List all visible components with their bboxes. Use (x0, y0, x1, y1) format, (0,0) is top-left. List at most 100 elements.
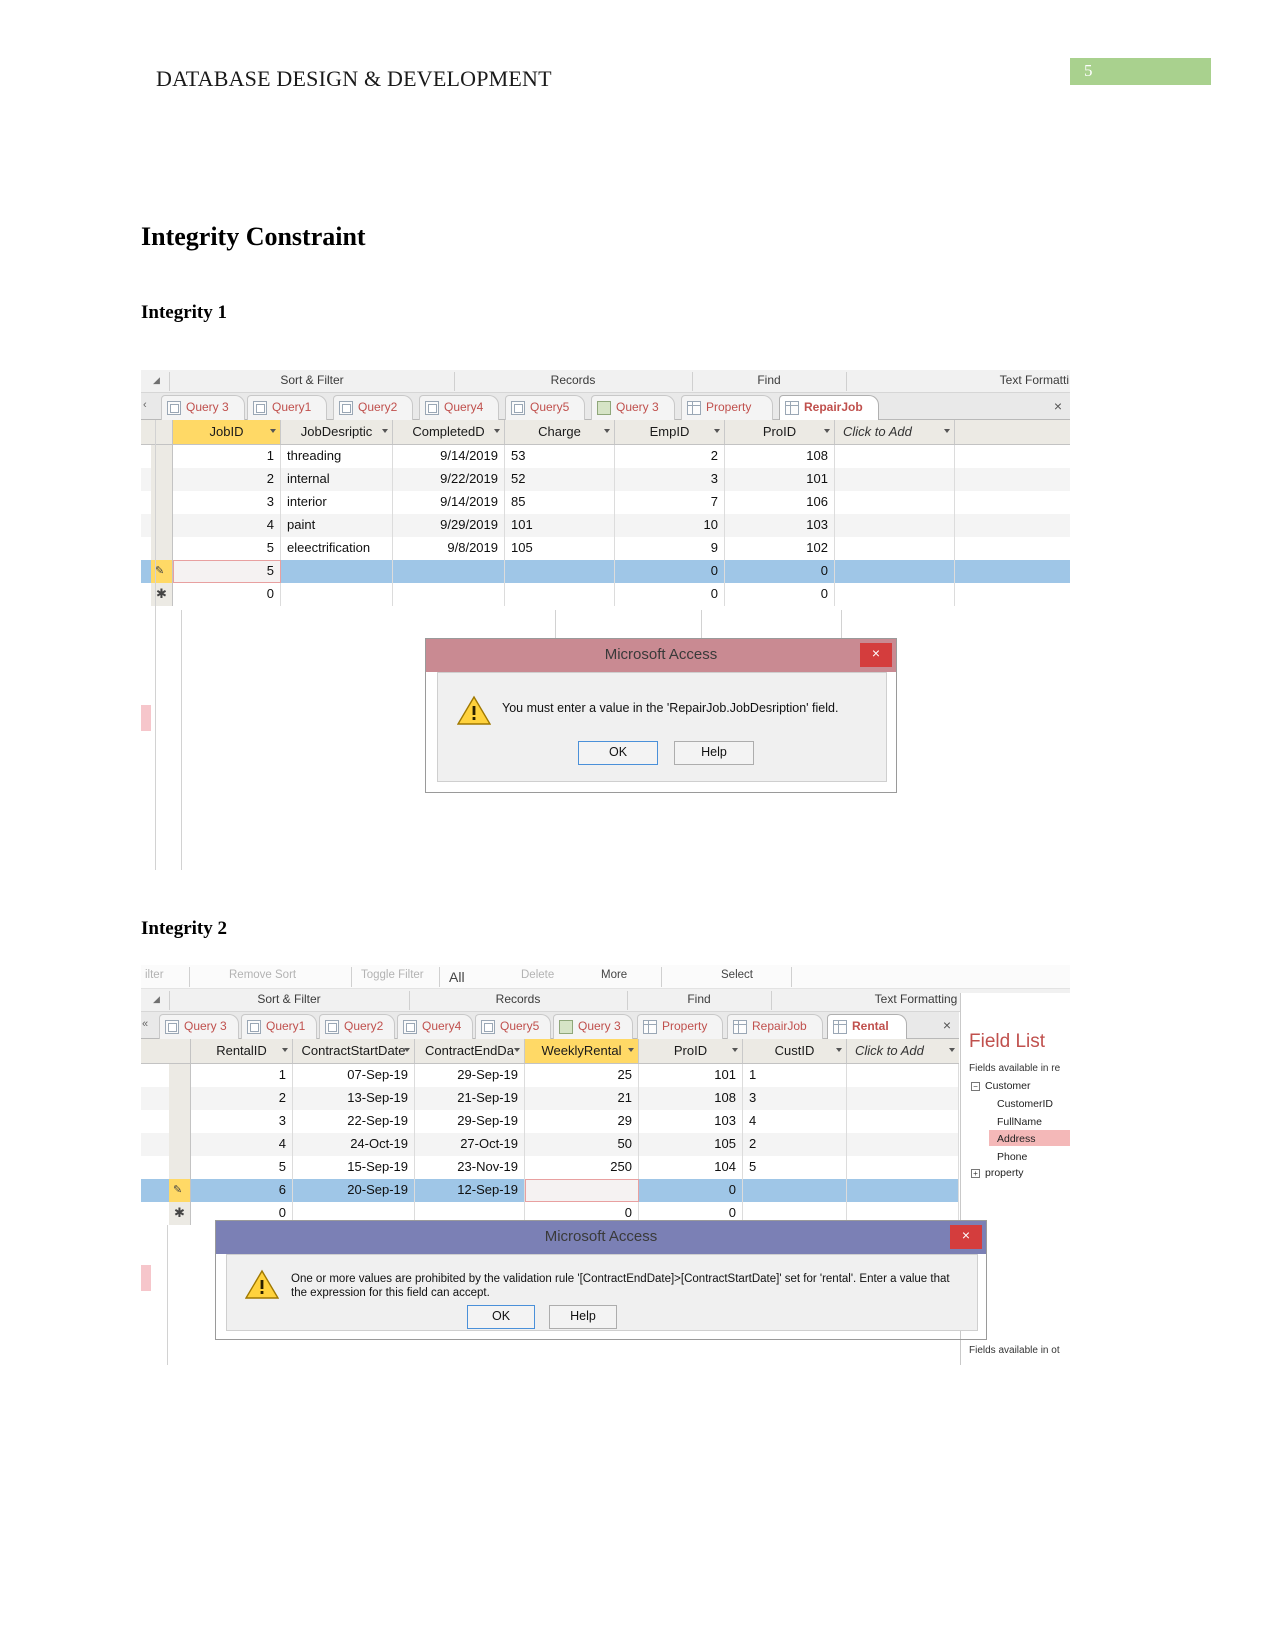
close-icon[interactable]: × (1054, 398, 1062, 414)
chevron-down-icon[interactable] (944, 429, 950, 433)
column-header-weeklyrental[interactable]: WeeklyRental (525, 1039, 639, 1063)
chevron-down-icon[interactable] (836, 1048, 842, 1052)
cell-contractstartdate[interactable]: 13-Sep-19 (293, 1087, 415, 1110)
cell-custid[interactable]: 3 (743, 1087, 847, 1110)
cell-blank[interactable] (835, 468, 955, 491)
minus-expander-icon[interactable]: − (971, 1082, 980, 1091)
cell-jobdesription[interactable]: interior (281, 491, 393, 514)
tab-query5[interactable]: Query5 (475, 1014, 551, 1039)
cell-completeddate[interactable]: 9/29/2019 (393, 514, 505, 537)
tab-query4[interactable]: Query4 (397, 1014, 473, 1039)
field-phone[interactable]: Phone (997, 1151, 1027, 1163)
cell-proid[interactable]: 103 (725, 514, 835, 537)
chevron-down-icon[interactable] (949, 1048, 955, 1052)
field-address[interactable]: Address (997, 1133, 1036, 1145)
tab-query3-a[interactable]: Query 3 (161, 395, 245, 420)
cell-contractstartdate[interactable]: 07-Sep-19 (293, 1064, 415, 1087)
chevron-down-icon[interactable] (824, 429, 830, 433)
cell-jobid[interactable]: 0 (173, 583, 281, 606)
cell-completeddate[interactable] (393, 560, 505, 583)
field-customerid[interactable]: CustomerID (997, 1098, 1053, 1110)
tab-property[interactable]: Property (637, 1014, 723, 1039)
table-row-editing[interactable]: ✎ 5 0 0 (141, 560, 1070, 583)
cell-proid[interactable]: 101 (725, 468, 835, 491)
cell-proid[interactable]: 0 (725, 560, 835, 583)
cell-custid[interactable] (743, 1179, 847, 1202)
cell-custid[interactable]: 4 (743, 1110, 847, 1133)
table-row[interactable]: 5 15-Sep-19 23-Nov-19 250 104 5 (141, 1156, 959, 1179)
table-row[interactable]: 1 threading 9/14/2019 53 2 108 (141, 445, 1070, 468)
delete-button[interactable]: Delete (521, 969, 554, 981)
cell-completeddate[interactable]: 9/8/2019 (393, 537, 505, 560)
column-header-contractstartdate[interactable]: ContractStartDate (293, 1039, 415, 1063)
cell-contractstartdate[interactable]: 20-Sep-19 (293, 1179, 415, 1202)
chevron-down-icon[interactable] (514, 1048, 520, 1052)
chevron-down-icon[interactable] (282, 1048, 288, 1052)
cell-weeklyrental[interactable]: 29 (525, 1110, 639, 1133)
tab-query3-a[interactable]: Query 3 (159, 1014, 239, 1039)
cell-proid[interactable]: 102 (725, 537, 835, 560)
table-row[interactable]: 3 22-Sep-19 29-Sep-19 29 103 4 (141, 1110, 959, 1133)
column-header-contractenddate[interactable]: ContractEndDa (415, 1039, 525, 1063)
table-row[interactable]: 2 13-Sep-19 21-Sep-19 21 108 3 (141, 1087, 959, 1110)
cell-weeklyrental[interactable]: 50 (525, 1133, 639, 1156)
cell-blank[interactable] (835, 514, 955, 537)
cell-proid[interactable]: 108 (639, 1087, 743, 1110)
chevron-down-icon[interactable] (404, 1048, 410, 1052)
nav-collapse-icon[interactable]: « (142, 1018, 148, 1030)
cell-proid[interactable]: 104 (639, 1156, 743, 1179)
cell-charge[interactable]: 53 (505, 445, 615, 468)
cell-jobid[interactable]: 5 (173, 537, 281, 560)
chevron-down-icon[interactable] (494, 429, 500, 433)
filter-button[interactable]: ilter (145, 969, 164, 981)
chevron-down-icon[interactable] (628, 1048, 634, 1052)
cell-blank[interactable] (847, 1110, 959, 1133)
cell-empid[interactable]: 2 (615, 445, 725, 468)
cell-blank[interactable] (847, 1064, 959, 1087)
cell-empid[interactable]: 0 (615, 583, 725, 606)
cell-jobid[interactable]: 3 (173, 491, 281, 514)
cell-proid[interactable]: 106 (725, 491, 835, 514)
cell-contractstartdate[interactable]: 22-Sep-19 (293, 1110, 415, 1133)
dialog-close-button[interactable]: × (860, 643, 892, 667)
scrollbar-marker[interactable] (141, 1265, 151, 1291)
all-dropdown[interactable]: All (449, 969, 465, 985)
cell-contractstartdate[interactable]: 24-Oct-19 (293, 1133, 415, 1156)
cell-proid[interactable]: 105 (639, 1133, 743, 1156)
cell-empid[interactable]: 3 (615, 468, 725, 491)
cell-weeklyrental[interactable]: 25 (525, 1064, 639, 1087)
table-row[interactable]: 4 24-Oct-19 27-Oct-19 50 105 2 (141, 1133, 959, 1156)
cell-charge[interactable]: 101 (505, 514, 615, 537)
cell-jobid[interactable]: 1 (173, 445, 281, 468)
dialog-launcher-icon[interactable]: ◢ (153, 994, 160, 1005)
plus-expander-icon[interactable]: + (971, 1169, 980, 1178)
tab-query4[interactable]: Query4 (419, 395, 499, 420)
column-header-custid[interactable]: CustID (743, 1039, 847, 1063)
chevron-down-icon[interactable] (270, 429, 276, 433)
cell-jobdesription[interactable]: threading (281, 445, 393, 468)
chevron-down-icon[interactable] (732, 1048, 738, 1052)
field-group-property[interactable]: property (985, 1167, 1024, 1179)
toggle-filter-button[interactable]: Toggle Filter (361, 969, 424, 981)
cell-charge[interactable]: 52 (505, 468, 615, 491)
ok-button[interactable]: OK (578, 741, 658, 765)
column-header-completeddate[interactable]: CompletedD (393, 420, 505, 444)
cell-charge[interactable] (505, 583, 615, 606)
cell-rentalid[interactable]: 6 (191, 1179, 293, 1202)
cell-proid[interactable]: 103 (639, 1110, 743, 1133)
column-header-click-to-add[interactable]: Click to Add (847, 1039, 959, 1063)
table-row[interactable]: 5 eleectrification 9/8/2019 105 9 102 (141, 537, 1070, 560)
cell-charge[interactable]: 85 (505, 491, 615, 514)
table-row[interactable]: 4 paint 9/29/2019 101 10 103 (141, 514, 1070, 537)
cell-rentalid[interactable]: 4 (191, 1133, 293, 1156)
cell-empid[interactable]: 10 (615, 514, 725, 537)
cell-blank[interactable] (835, 560, 955, 583)
help-button[interactable]: Help (549, 1305, 617, 1329)
cell-empid[interactable]: 9 (615, 537, 725, 560)
tab-query2[interactable]: Query2 (319, 1014, 395, 1039)
cell-blank[interactable] (847, 1087, 959, 1110)
cell-weeklyrental[interactable]: 250 (525, 1156, 639, 1179)
cell-contractenddate[interactable]: 12-Sep-19 (415, 1179, 525, 1202)
table-row-editing[interactable]: ✎ 6 20-Sep-19 12-Sep-19 0 (141, 1179, 959, 1202)
cell-weeklyrental[interactable] (525, 1179, 639, 1202)
